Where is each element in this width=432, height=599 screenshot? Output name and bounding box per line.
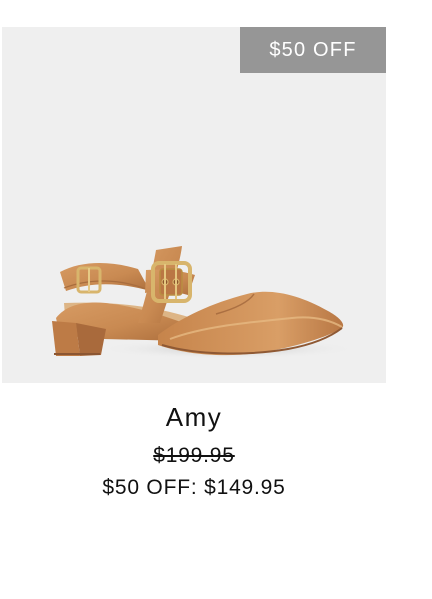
sale-price-line: $50 OFF: $149.95 xyxy=(2,475,386,501)
product-info: Amy $199.95 $50 OFF: $149.95 xyxy=(2,400,386,501)
original-price: $199.95 xyxy=(153,444,235,467)
product-card[interactable]: $50 OFF Amy $199.95 $50 OFF: $149.95 xyxy=(0,0,432,599)
product-image-panel[interactable]: $50 OFF xyxy=(2,27,386,383)
sale-price: $149.95 xyxy=(204,476,286,499)
discount-badge: $50 OFF xyxy=(240,27,386,73)
product-image xyxy=(52,246,358,359)
product-name[interactable]: Amy xyxy=(2,400,386,434)
sale-prefix: $50 OFF: xyxy=(102,476,198,499)
